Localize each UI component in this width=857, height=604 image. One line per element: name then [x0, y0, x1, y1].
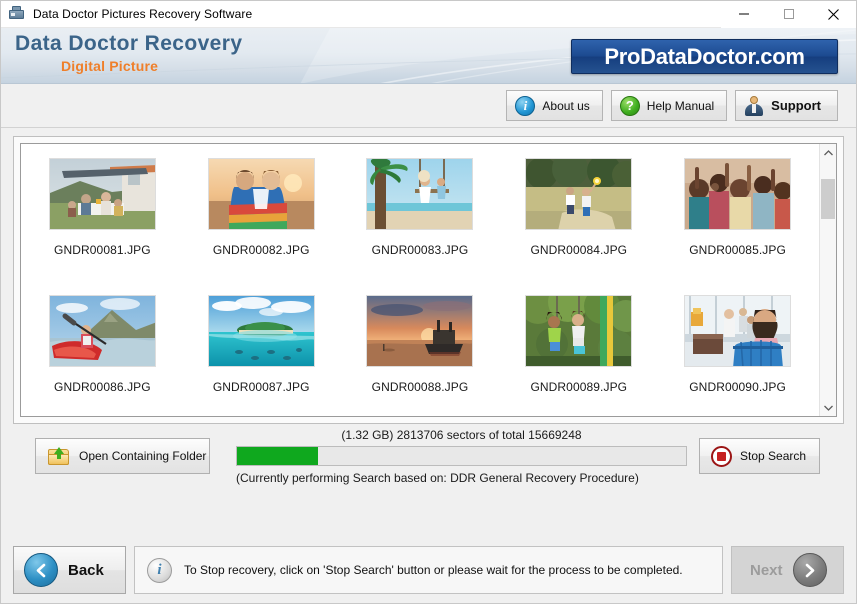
- thumbnail-item[interactable]: GNDR00087.JPG: [182, 295, 341, 416]
- thumbnail-filename: GNDR00082.JPG: [212, 243, 310, 257]
- thumbnail-filename: GNDR00088.JPG: [371, 380, 469, 394]
- thumbnail-image[interactable]: [207, 295, 315, 367]
- thumbnail-item[interactable]: GNDR00082.JPG: [182, 158, 341, 295]
- support-label: Support: [771, 98, 821, 113]
- next-button[interactable]: Next: [731, 546, 844, 594]
- open-containing-folder-label: Open Containing Folder: [79, 449, 207, 463]
- thumbnail-item[interactable]: GNDR00085.JPG: [658, 158, 817, 295]
- chevron-up-icon[interactable]: [820, 144, 836, 161]
- progress-bar-fill: [237, 446, 318, 465]
- thumbnail-filename: GNDR00086.JPG: [54, 380, 151, 394]
- progress-block: (1.32 GB) 2813706 sectors of total 15669…: [236, 428, 687, 485]
- stop-search-label: Stop Search: [740, 449, 807, 463]
- stop-icon: [711, 445, 732, 467]
- maximize-button[interactable]: [766, 0, 811, 28]
- thumbnail-filename: GNDR00087.JPG: [212, 380, 310, 394]
- scrollbar-thumb[interactable]: [821, 179, 835, 219]
- status-message-text: To Stop recovery, click on 'Stop Search'…: [184, 563, 683, 577]
- thumbnail-item[interactable]: GNDR00083.JPG: [341, 158, 500, 295]
- banner-text-block: Data Doctor Recovery Digital Picture: [15, 32, 242, 74]
- info-icon: i: [515, 95, 536, 116]
- about-us-label: About us: [542, 98, 590, 113]
- person-icon: [744, 95, 764, 116]
- thumbnail-item[interactable]: GNDR00086.JPG: [23, 295, 182, 416]
- thumbnail-image[interactable]: [684, 158, 792, 230]
- minimize-button[interactable]: [721, 0, 766, 28]
- thumbnail-image[interactable]: [684, 295, 792, 367]
- folder-upload-icon: [48, 446, 70, 466]
- chevron-left-icon: [24, 553, 58, 587]
- help-manual-label: Help Manual: [646, 98, 715, 113]
- thumbnail-filename: GNDR00084.JPG: [530, 243, 628, 257]
- thumbnail-filename: GNDR00081.JPG: [54, 243, 151, 257]
- status-message-box: i To Stop recovery, click on 'Stop Searc…: [134, 546, 723, 594]
- thumbnail-item[interactable]: GNDR00081.JPG: [23, 158, 182, 295]
- scrollbar-track[interactable]: [820, 161, 836, 399]
- thumbnail-panel: GNDR00081.JPG GNDR00082.JPG GNDR00083.JP…: [13, 136, 844, 424]
- stop-search-button[interactable]: Stop Search: [699, 438, 820, 474]
- progress-row: Open Containing Folder (1.32 GB) 2813706…: [13, 424, 844, 488]
- thumbnail-scroll-area: GNDR00081.JPG GNDR00082.JPG GNDR00083.JP…: [20, 143, 837, 417]
- thumbnail-filename: GNDR00090.JPG: [689, 380, 786, 394]
- application-window: Data Doctor Pictures Recovery Software D…: [0, 0, 857, 604]
- footer-bar: Back i To Stop recovery, click on 'Stop …: [1, 537, 856, 603]
- chevron-right-icon: [792, 553, 827, 587]
- question-icon: ?: [619, 95, 640, 116]
- main-content: GNDR00081.JPG GNDR00082.JPG GNDR00083.JP…: [1, 128, 856, 537]
- thumbnail-item[interactable]: GNDR00088.JPG: [341, 295, 500, 416]
- brand-logo: ProDataDoctor.com: [571, 39, 838, 74]
- support-button[interactable]: Support: [735, 90, 838, 121]
- title-bar: Data Doctor Pictures Recovery Software: [1, 0, 856, 28]
- progress-sectors-text: (1.32 GB) 2813706 sectors of total 15669…: [341, 427, 582, 442]
- open-containing-folder-button[interactable]: Open Containing Folder: [35, 438, 210, 474]
- brand-logo-text: ProDataDoctor.com: [604, 43, 805, 69]
- thumbnail-image[interactable]: [207, 158, 315, 230]
- toolbar: i About us ? Help Manual Support: [1, 84, 856, 128]
- thumbnail-image[interactable]: [525, 158, 633, 230]
- window-controls: [721, 0, 856, 28]
- thumbnail-image[interactable]: [48, 158, 156, 230]
- window-title: Data Doctor Pictures Recovery Software: [33, 7, 253, 21]
- thumbnail-item[interactable]: GNDR00090.JPG: [658, 295, 817, 416]
- about-us-button[interactable]: i About us: [506, 90, 603, 121]
- header-banner: Data Doctor Recovery Digital Picture Pro…: [1, 28, 856, 84]
- thumbnail-image[interactable]: [525, 295, 633, 367]
- chevron-down-icon[interactable]: [820, 399, 836, 416]
- vertical-scrollbar[interactable]: [819, 144, 836, 416]
- thumbnail-filename: GNDR00083.JPG: [371, 243, 469, 257]
- thumbnail-filename: GNDR00089.JPG: [530, 380, 628, 394]
- close-button[interactable]: [811, 0, 856, 28]
- help-manual-button[interactable]: ? Help Manual: [610, 90, 728, 121]
- progress-procedure-text: (Currently performing Search based on: D…: [236, 470, 639, 485]
- thumbnail-image[interactable]: [366, 295, 474, 367]
- thumbnail-image[interactable]: [48, 295, 156, 367]
- next-label: Next: [750, 561, 783, 579]
- info-icon: i: [147, 557, 172, 583]
- banner-title: Data Doctor Recovery: [15, 32, 243, 55]
- thumbnail-item[interactable]: GNDR00089.JPG: [499, 295, 658, 416]
- back-button[interactable]: Back: [13, 546, 126, 594]
- banner-subtitle: Digital Picture: [61, 58, 159, 74]
- back-label: Back: [68, 561, 104, 579]
- thumbnail-item[interactable]: GNDR00084.JPG: [499, 158, 658, 295]
- app-icon: [8, 5, 26, 23]
- thumbnail-filename: GNDR00085.JPG: [689, 243, 786, 257]
- thumbnail-grid: GNDR00081.JPG GNDR00082.JPG GNDR00083.JP…: [21, 144, 819, 416]
- progress-bar: [236, 445, 687, 466]
- thumbnail-image[interactable]: [366, 158, 474, 230]
